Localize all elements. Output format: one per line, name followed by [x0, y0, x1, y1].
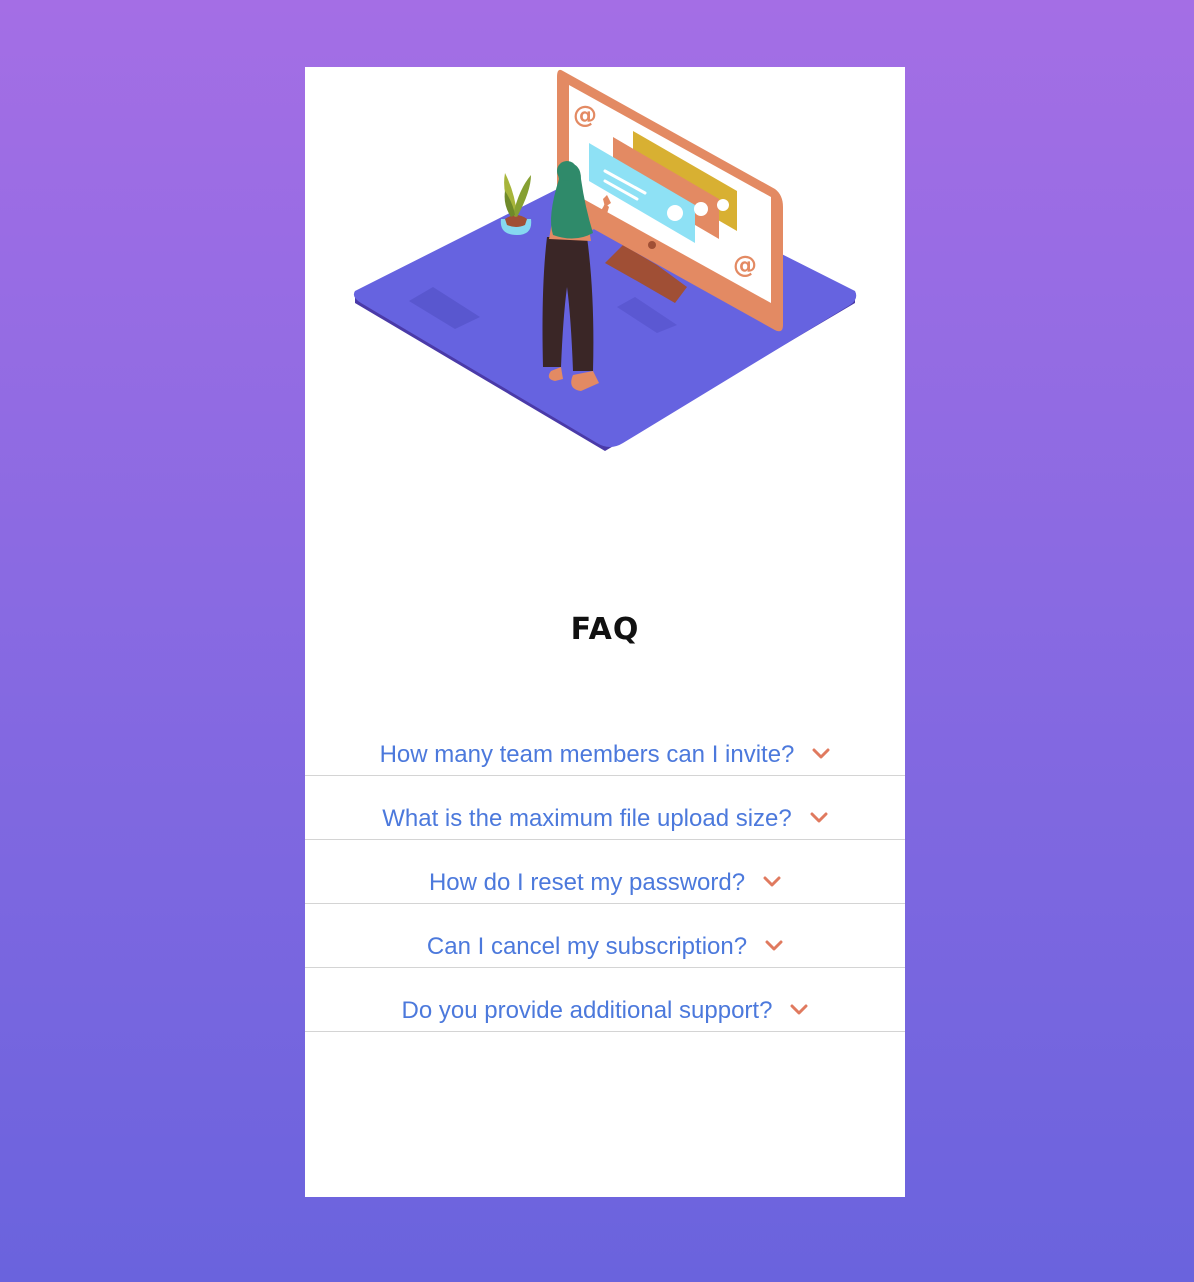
faq-item[interactable]: Can I cancel my subscription? [305, 904, 905, 968]
at-symbol-top: @ [573, 101, 597, 129]
chevron-down-icon [810, 812, 828, 823]
faq-question: Do you provide additional support? [401, 997, 773, 1024]
illustration-woman-at-screen: @ @ [353, 69, 857, 451]
faq-question: How many team members can I invite? [379, 741, 795, 768]
faq-list: How many team members can I invite? What… [305, 735, 905, 1032]
faq-question: Can I cancel my subscription? [426, 933, 748, 960]
faq-item[interactable]: How many team members can I invite? [305, 735, 905, 776]
chevron-down-icon [763, 876, 781, 887]
at-symbol-bottom: @ [733, 251, 757, 279]
faq-question: How do I reset my password? [428, 869, 746, 896]
faq-item[interactable]: Do you provide additional support? [305, 968, 905, 1032]
page-title: FAQ [570, 612, 640, 647]
faq-question: What is the maximum file upload size? [382, 805, 792, 832]
chevron-down-icon [765, 940, 783, 951]
faq-item[interactable]: How do I reset my password? [305, 840, 905, 904]
chevron-down-icon [790, 1004, 808, 1015]
faq-card: @ @ FAQ How many team members can I invi… [305, 67, 905, 1197]
chevron-down-icon [812, 748, 830, 759]
faq-item[interactable]: What is the maximum file upload size? [305, 776, 905, 840]
